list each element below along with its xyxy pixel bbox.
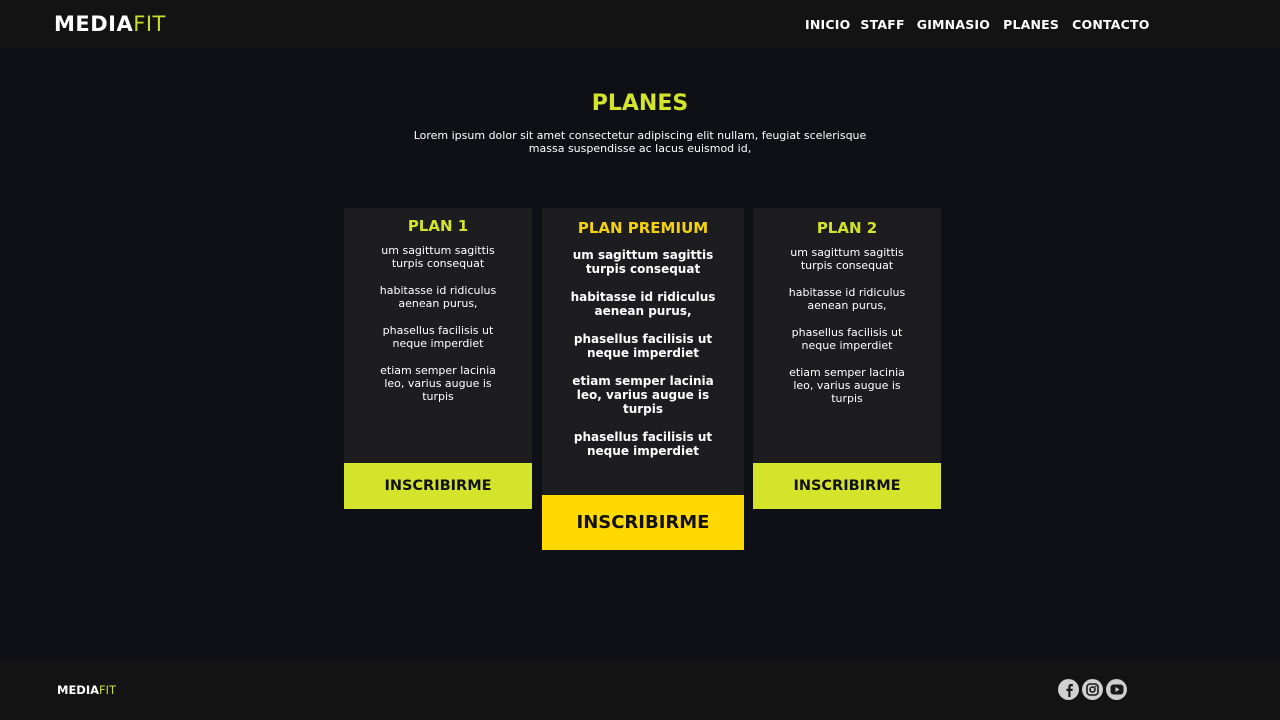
- plan-feature: habitasse id ridiculus aenean purus,: [379, 284, 497, 310]
- plan-card-1: PLAN 1 um sagittum sagittis turpis conse…: [344, 208, 532, 509]
- enroll-button-plan-2[interactable]: INSCRIBIRME: [753, 463, 941, 509]
- instagram-icon[interactable]: [1082, 679, 1103, 700]
- plan-feature: etiam semper lacinia leo, varius augue i…: [572, 374, 714, 416]
- footer-logo-main-text: MEDIA: [57, 683, 100, 697]
- plan-feature: phasellus facilisis ut neque imperdiet: [573, 430, 713, 458]
- plan-feature: um sagittum sagittis turpis consequat: [572, 248, 714, 276]
- plan-card-premium: PLAN PREMIUM um sagittum sagittis turpis…: [542, 208, 744, 550]
- facebook-icon[interactable]: [1058, 679, 1079, 700]
- nav-link-inicio[interactable]: INICIO: [805, 16, 850, 34]
- plan-features: um sagittum sagittis turpis consequat ha…: [542, 248, 744, 458]
- logo-main-text: MEDIA: [54, 12, 134, 36]
- logo-accent-text: FIT: [133, 12, 166, 36]
- section-description: Lorem ipsum dolor sit amet consectetur a…: [413, 129, 867, 155]
- plan-title: PLAN 2: [816, 219, 878, 237]
- top-navbar: MEDIAFIT INICIO STAFF GIMNASIO PLANES CO…: [0, 0, 1280, 48]
- main-nav: INICIO STAFF GIMNASIO PLANES CONTACTO: [805, 16, 1150, 34]
- plan-title: PLAN PREMIUM: [577, 219, 709, 237]
- enroll-button-plan-1[interactable]: INSCRIBIRME: [344, 463, 532, 509]
- plan-feature: habitasse id ridiculus aenean purus,: [570, 290, 716, 318]
- brand-logo[interactable]: MEDIAFIT: [54, 12, 166, 36]
- plan-features: um sagittum sagittis turpis consequat ha…: [753, 246, 941, 405]
- plan-feature: um sagittum sagittis turpis consequat: [790, 246, 904, 272]
- plan-feature: habitasse id ridiculus aenean purus,: [788, 286, 906, 312]
- footer-logo-accent-text: FIT: [99, 683, 117, 697]
- section-title: PLANES: [591, 91, 689, 116]
- footer: MEDIAFIT: [0, 658, 1280, 720]
- nav-link-planes[interactable]: PLANES: [1003, 16, 1059, 34]
- plan-title: PLAN 1: [407, 217, 469, 235]
- social-links: [1058, 679, 1127, 700]
- plan-feature: etiam semper lacinia leo, varius augue i…: [380, 364, 496, 403]
- nav-link-gimnasio[interactable]: GIMNASIO: [917, 16, 990, 34]
- footer-logo[interactable]: MEDIAFIT: [57, 683, 116, 697]
- plan-feature: phasellus facilisis ut neque imperdiet: [573, 332, 713, 360]
- nav-link-contacto[interactable]: CONTACTO: [1072, 16, 1149, 34]
- enroll-button-plan-premium[interactable]: INSCRIBIRME: [542, 495, 744, 550]
- youtube-icon[interactable]: [1106, 679, 1127, 700]
- plan-card-2: PLAN 2 um sagittum sagittis turpis conse…: [753, 208, 941, 509]
- plan-feature: etiam semper lacinia leo, varius augue i…: [789, 366, 905, 405]
- plan-feature: phasellus facilisis ut neque imperdiet: [791, 326, 903, 352]
- plan-features: um sagittum sagittis turpis consequat ha…: [344, 244, 532, 403]
- plan-feature: um sagittum sagittis turpis consequat: [381, 244, 495, 270]
- nav-link-staff[interactable]: STAFF: [860, 16, 904, 34]
- plan-feature: phasellus facilisis ut neque imperdiet: [382, 324, 494, 350]
